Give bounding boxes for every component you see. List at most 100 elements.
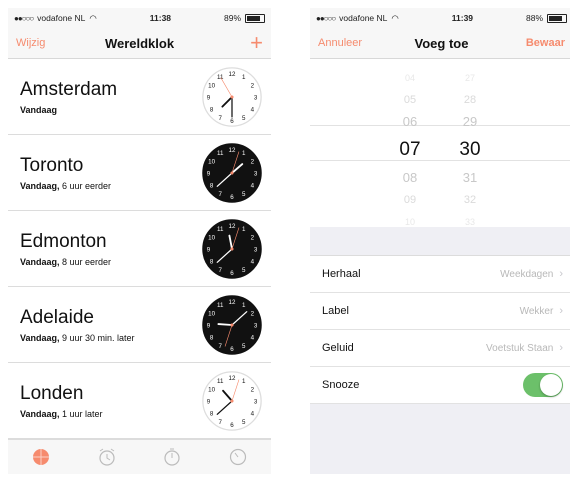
clock-numeral: 11 (217, 150, 224, 157)
picker-value[interactable]: 06 (390, 111, 430, 133)
clock-numeral: 8 (210, 182, 214, 189)
alarm-settings-list: Herhaal Weekdagen › Label Wekker › Geluid Voets… (310, 255, 570, 404)
picker-value[interactable]: 32 (450, 189, 490, 211)
settings-row-herhaal[interactable]: Herhaal Weekdagen › (310, 256, 570, 293)
picker-value[interactable]: 31 (450, 167, 490, 189)
clock-row[interactable]: Londen Vandaag, 1 uur later 1 2 3 4 5 6 7 8 9 10 11 1… (8, 363, 271, 439)
nav-bar-right: Annuleer Voeg toe Bewaar (310, 28, 570, 59)
clock-row[interactable]: Edmonton Vandaag, 8 uur eerder 1 2 3 4 5 6 7 8 9 10… (8, 211, 271, 287)
clock-numeral: 8 (210, 334, 214, 341)
picker-value[interactable]: 05 (390, 89, 430, 111)
clock-numeral: 2 (251, 386, 255, 393)
clock-numeral: 5 (242, 342, 246, 349)
hour-wheel[interactable]: 04 05 06 07 08 09 10 (390, 67, 430, 233)
edit-button[interactable]: Wijzig (16, 37, 45, 49)
clock-numeral: 11 (217, 378, 224, 385)
settings-value: Voetstuk Staan › (486, 342, 563, 354)
status-bar-right: ●●○○○ vodafone NL ◠ 11:39 88% (310, 8, 570, 28)
clock-numeral: 9 (207, 246, 211, 253)
clock-numeral: 9 (207, 322, 211, 329)
tab-stopwatch[interactable] (161, 446, 183, 468)
clock-numeral: 9 (207, 398, 211, 405)
globe-icon (32, 449, 49, 465)
settings-row-label[interactable]: Label Wekker › (310, 293, 570, 330)
clock-numeral: 7 (218, 190, 222, 197)
chevron-right-icon: › (559, 305, 563, 317)
carrier-label: vodafone NL (339, 13, 388, 23)
clock-numeral: 6 (230, 118, 234, 125)
clock-numeral: 3 (254, 170, 258, 177)
picker-value[interactable]: 07 (390, 133, 430, 167)
clock-row[interactable]: Amsterdam Vandaag 1 2 3 4 5 6 7 8 9 10 11 12 (8, 59, 271, 135)
save-button[interactable]: Bewaar (526, 37, 565, 49)
clock-numeral: 2 (251, 158, 255, 165)
city-name: Adelaide (20, 306, 94, 328)
clock-numeral: 5 (242, 266, 246, 273)
picker-value[interactable]: 09 (390, 189, 430, 211)
clock-numeral: 2 (251, 234, 255, 241)
clock-row[interactable]: Toronto Vandaag, 6 uur eerder 1 2 3 4 5 6 7 8 9 10 1… (8, 135, 271, 211)
tab-world-clock[interactable] (30, 446, 52, 468)
clock-info: Adelaide Vandaag, 9 uur 30 min. later (20, 307, 135, 343)
chevron-right-icon: › (559, 342, 563, 354)
clock-row[interactable]: Adelaide Vandaag, 9 uur 30 min. later 1 2 3 4… (8, 287, 271, 363)
tab-alarm[interactable] (96, 446, 118, 468)
picker-value[interactable]: 27 (450, 67, 490, 89)
chevron-right-icon: › (559, 268, 563, 280)
clock-numeral: 9 (207, 170, 211, 177)
clock-numeral: 4 (251, 410, 255, 417)
picker-value[interactable]: 29 (450, 111, 490, 133)
clock-numeral: 3 (254, 322, 258, 329)
picker-value[interactable]: 30 (450, 133, 490, 167)
clock-numeral: 7 (218, 418, 222, 425)
stopwatch-icon (164, 448, 180, 466)
analog-clock-icon: 1234567891011 12 (202, 66, 262, 127)
clock-numeral: 5 (242, 418, 246, 425)
cancel-button[interactable]: Annuleer (318, 37, 362, 49)
settings-label: Snooze (322, 379, 360, 391)
picker-value[interactable]: 04 (390, 67, 430, 89)
minute-wheel[interactable]: 27 28 29 30 31 32 33 (450, 67, 490, 233)
picker-value[interactable]: 10 (390, 211, 430, 233)
clock-numeral: 7 (218, 114, 222, 121)
picker-selection-bottom-line (310, 160, 570, 161)
time-picker[interactable]: 04 05 06 07 08 09 10 27 28 29 30 31 32 33 (310, 59, 570, 227)
clock-numeral: 10 (208, 310, 215, 317)
offset-label: 1 uur later (59, 408, 103, 419)
battery-icon (547, 13, 567, 23)
settings-label: Label (322, 305, 349, 317)
time-offset: Vandaag, 6 uur eerder (20, 181, 111, 191)
clock-numeral: 4 (251, 106, 255, 113)
offset-label: 9 uur 30 min. later (59, 332, 135, 343)
picker-value[interactable]: 33 (450, 211, 490, 233)
clock-numeral: 8 (210, 106, 214, 113)
time-offset: Vandaag, 8 uur eerder (20, 257, 111, 267)
settings-row-geluid[interactable]: Geluid Voetstuk Staan › (310, 330, 570, 367)
status-time: 11:38 (149, 13, 172, 23)
picker-value[interactable]: 08 (390, 167, 430, 189)
clock-list: Amsterdam Vandaag 1 2 3 4 5 6 7 8 9 10 11 12 Toronto Va… (8, 59, 271, 439)
clock-numeral: 11 (217, 302, 224, 309)
picker-value[interactable]: 28 (450, 89, 490, 111)
clock-numeral: 10 (208, 234, 215, 241)
clock-numeral: 3 (254, 246, 258, 253)
page-title: Wereldklok (104, 35, 175, 51)
time-offset: Vandaag, 1 uur later (20, 409, 103, 419)
clock-numeral: 5 (242, 190, 246, 197)
offset-label: 8 uur eerder (59, 256, 112, 267)
snooze-toggle[interactable] (523, 373, 563, 397)
settings-value: Weekdagen › (500, 268, 563, 280)
clock-numeral: 4 (251, 182, 255, 189)
tab-timer[interactable] (227, 446, 249, 468)
clock-numeral: 3 (254, 398, 258, 405)
settings-row-snooze[interactable]: Snooze (310, 367, 570, 404)
world-clock-screen: ●●○○○ vodafone NL ◠ 11:38 89% Wijzig Wer… (8, 8, 271, 474)
alarm-icon (99, 448, 115, 466)
add-button[interactable]: + (250, 32, 263, 54)
carrier-label: vodafone NL (37, 13, 86, 23)
analog-clock-icon: 1234567891011 12 (202, 142, 262, 203)
analog-clock-icon: 1234567891011 12 (202, 294, 262, 355)
settings-value: Wekker › (520, 305, 563, 317)
clock-numeral: 2 (251, 82, 255, 89)
clock-numeral: 11 (217, 74, 224, 81)
